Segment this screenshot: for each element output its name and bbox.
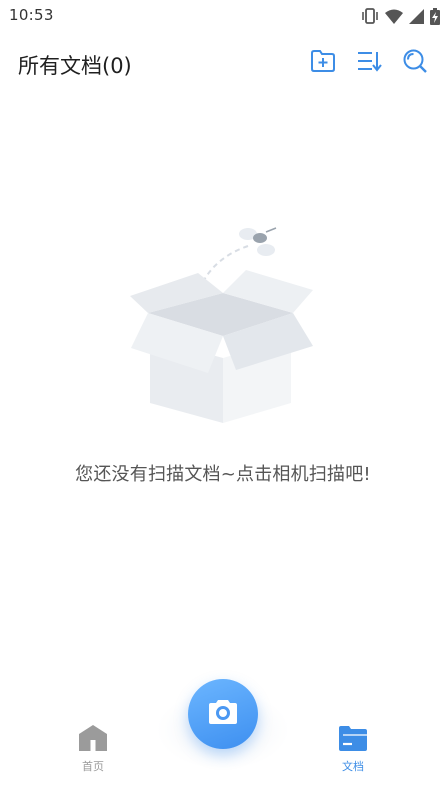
- status-time: 10:53: [9, 6, 54, 24]
- signal-icon: [409, 8, 424, 24]
- empty-state-illustration: [128, 218, 318, 428]
- app-header: 所有文档(0): [0, 40, 446, 88]
- search-icon: [402, 48, 428, 78]
- nav-label-documents: 文档: [342, 760, 364, 773]
- new-folder-icon: [310, 49, 336, 77]
- vibrate-icon: [361, 8, 379, 24]
- sort-button[interactable]: [355, 49, 383, 77]
- status-icons: [361, 6, 440, 26]
- empty-state-message: 您还没有扫描文档~点击相机扫描吧!: [75, 464, 371, 485]
- wifi-icon: [385, 9, 403, 24]
- nav-tab-home[interactable]: 首页: [63, 724, 123, 774]
- documents-folder-icon: [338, 724, 368, 756]
- nav-tab-documents[interactable]: 文档: [323, 724, 383, 774]
- empty-box-icon: [130, 227, 313, 423]
- status-bar: 10:53: [0, 0, 446, 32]
- header-actions: [309, 49, 429, 77]
- page-title: 所有文档(0): [18, 54, 132, 78]
- sort-icon: [356, 49, 382, 77]
- home-icon: [78, 724, 108, 756]
- nav-label-home: 首页: [82, 760, 104, 773]
- bottom-navigation: 首页 文档: [0, 714, 446, 792]
- battery-charging-icon: [430, 7, 440, 25]
- new-folder-button[interactable]: [309, 49, 337, 77]
- search-button[interactable]: [401, 49, 429, 77]
